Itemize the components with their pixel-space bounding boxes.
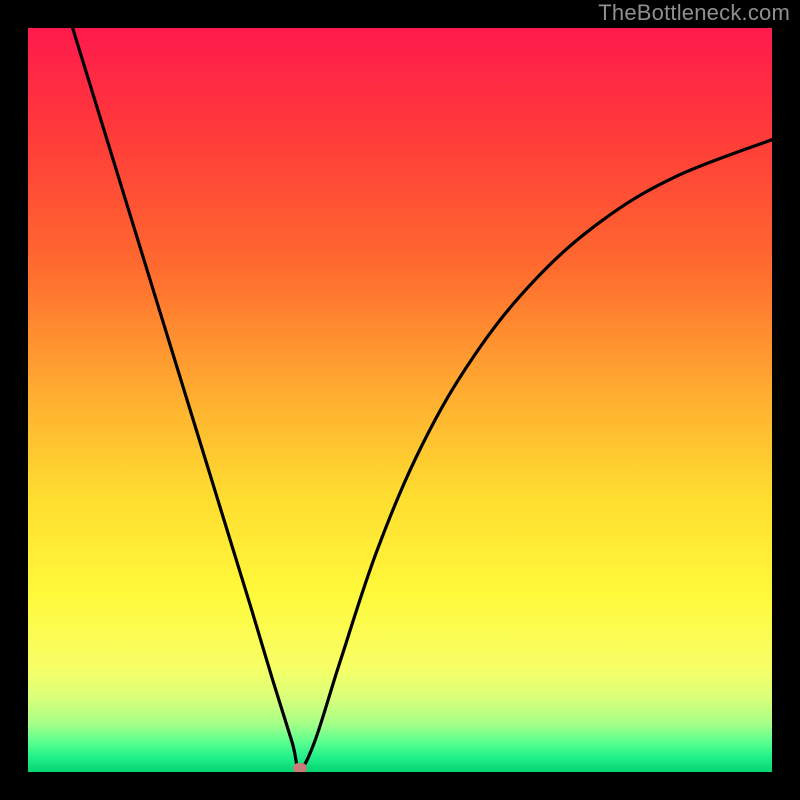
optimum-marker (293, 763, 307, 772)
outer-frame: TheBottleneck.com (0, 0, 800, 800)
watermark-text: TheBottleneck.com (598, 0, 790, 26)
plot-area (28, 28, 772, 772)
curve-svg (28, 28, 772, 772)
bottleneck-curve (73, 28, 772, 768)
